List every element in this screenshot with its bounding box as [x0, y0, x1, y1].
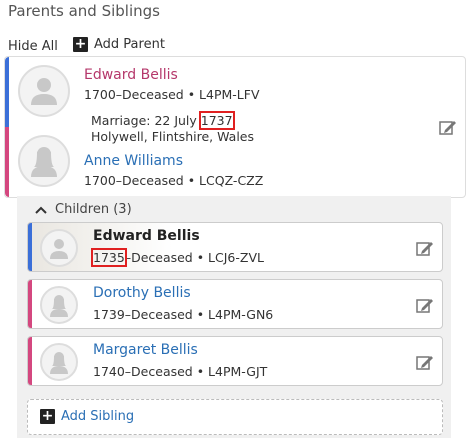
marriage-date: Marriage: 22 July	[91, 113, 201, 128]
child-gender-bar	[28, 280, 32, 328]
child-card-dorothy[interactable]: Dorothy Bellis 1739–Deceased • L4PM-GN6	[27, 279, 443, 329]
child-avatar	[40, 286, 78, 324]
child-name[interactable]: Edward Bellis	[93, 228, 200, 244]
marriage-info: Marriage: 22 July 1737	[91, 111, 235, 130]
child-avatar	[40, 343, 78, 381]
child-name[interactable]: Margaret Bellis	[93, 342, 198, 358]
edit-child-icon[interactable]	[416, 240, 434, 256]
edit-couple-icon[interactable]	[439, 119, 457, 135]
child-card-edward[interactable]: Edward Bellis 1735–Deceased • LCJ6-ZVL	[27, 222, 443, 272]
plus-icon: +	[73, 36, 88, 52]
plus-icon: +	[40, 408, 55, 424]
child-gender-bar	[28, 223, 32, 271]
father-avatar[interactable]	[18, 65, 70, 117]
child-lifespan-id: 1740–Deceased • L4PM-GJT	[93, 364, 268, 379]
edit-child-icon[interactable]	[416, 297, 434, 313]
marriage-place: Holywell, Flintshire, Wales	[91, 129, 254, 144]
add-sibling-label: Add Sibling	[61, 409, 135, 424]
add-parent-button[interactable]: + Add Parent	[73, 37, 165, 52]
mother-avatar[interactable]	[18, 135, 70, 187]
child-name[interactable]: Dorothy Bellis	[93, 285, 191, 301]
mother-lifespan-id: 1700–Deceased • LCQZ-CZZ	[84, 173, 264, 188]
father-gender-bar	[5, 57, 9, 127]
add-sibling-button[interactable]: + Add Sibling	[27, 399, 443, 435]
child-avatar	[40, 229, 78, 267]
child-lifespan-id: 1739–Deceased • L4PM-GN6	[93, 307, 274, 322]
father-lifespan-id: 1700–Deceased • L4PM-LFV	[84, 87, 260, 102]
children-toggle[interactable]: Children (3)	[35, 202, 132, 217]
hide-all-link[interactable]: Hide All	[8, 39, 58, 54]
child-card-margaret[interactable]: Margaret Bellis 1740–Deceased • L4PM-GJT	[27, 336, 443, 386]
children-header: Children (3)	[55, 202, 132, 217]
edit-child-icon[interactable]	[416, 354, 434, 370]
father-name[interactable]: Edward Bellis	[84, 67, 178, 83]
marriage-year-highlighted: 1737	[198, 111, 235, 130]
child-lifespan-id: 1735–Deceased • LCJ6-ZVL	[91, 248, 264, 267]
chevron-up-icon	[35, 206, 47, 214]
mother-name[interactable]: Anne Williams	[84, 153, 183, 169]
child-birth-year-highlighted: 1735	[91, 248, 127, 267]
parents-family-card: Edward Bellis 1700–Deceased • L4PM-LFV M…	[4, 56, 466, 198]
mother-gender-bar	[5, 127, 9, 197]
child-lifespan-rest: –Deceased • LCJ6-ZVL	[124, 250, 264, 265]
child-gender-bar	[28, 337, 32, 385]
add-parent-label: Add Parent	[94, 37, 165, 52]
section-title: Parents and Siblings	[8, 2, 160, 20]
